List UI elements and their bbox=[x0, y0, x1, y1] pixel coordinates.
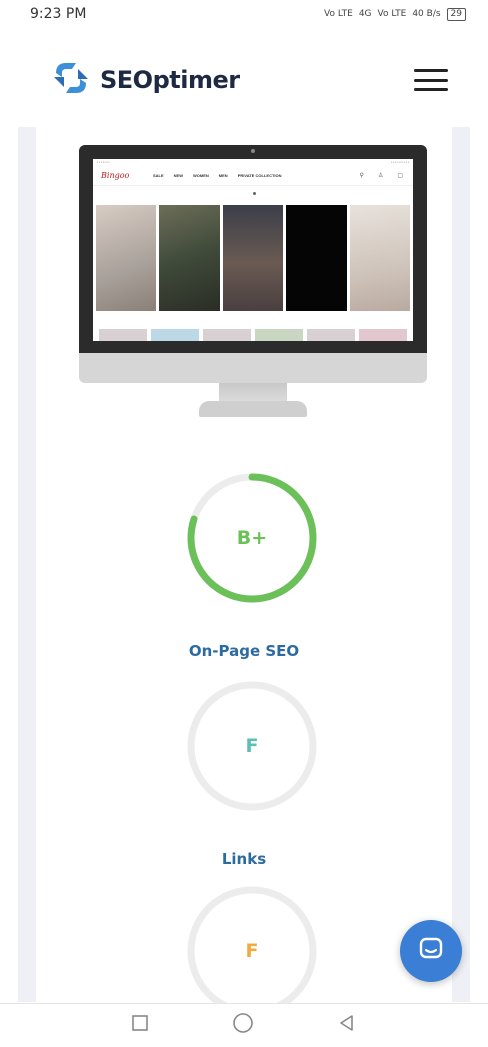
status-icons: Vo LTE 4G Vo LTE 40 B/s 29 bbox=[324, 7, 466, 21]
preview-logo: Bingoo bbox=[101, 171, 130, 180]
preview-tile bbox=[286, 205, 347, 311]
preview-user-icon: ♙ bbox=[377, 173, 384, 179]
preview-topbar: ▪ ▪ ▪ ▪ ▪ ▪ ▪ ▪ ▪ ▪ ▪ ▪ ▪ ▪ ▪ ▪ ▪ bbox=[97, 160, 409, 164]
overall-grade-ring: B+ bbox=[186, 472, 318, 604]
preview-menu-item: MEN bbox=[218, 173, 228, 178]
preview-menu-item: NEW bbox=[173, 173, 184, 178]
onpage-seo-grade-ring: F bbox=[186, 680, 318, 812]
data-speed: 40 B/s bbox=[412, 9, 441, 19]
website-preview-monitor: ▪ ▪ ▪ ▪ ▪ ▪ ▪ ▪ ▪ ▪ ▪ ▪ ▪ ▪ ▪ ▪ ▪ Bingoo … bbox=[79, 145, 427, 417]
preview-tile bbox=[96, 205, 157, 311]
seoptimer-logo-icon bbox=[48, 55, 94, 106]
preview-bottom-strip bbox=[99, 329, 407, 341]
monitor-camera bbox=[251, 149, 255, 153]
preview-menu: SALE NEW WOMEN MEN PRIVATE COLLECTION bbox=[153, 173, 282, 178]
preview-tile bbox=[159, 205, 220, 311]
network-indicator-2: Vo LTE bbox=[377, 9, 407, 19]
recent-apps-icon[interactable] bbox=[131, 1014, 149, 1037]
preview-search-icon: ⚲ bbox=[359, 173, 364, 179]
preview-menu-item: PRIVATE COLLECTION bbox=[237, 173, 282, 178]
status-bar: 9:23 PM Vo LTE 4G Vo LTE 40 B/s 29 bbox=[0, 0, 488, 28]
brand-name: SEOptimer bbox=[100, 66, 240, 94]
preview-cart-icon: ▢ bbox=[397, 173, 403, 179]
preview-tile bbox=[349, 205, 411, 311]
preview-carousel-dot bbox=[253, 192, 256, 195]
hamburger-icon[interactable] bbox=[414, 69, 448, 91]
overall-grade: B+ bbox=[236, 527, 268, 549]
links-grade-ring: F bbox=[186, 885, 318, 1017]
app-header: SEOptimer bbox=[0, 40, 488, 120]
system-nav-bar bbox=[0, 1003, 488, 1047]
preview-menu-item: WOMEN bbox=[193, 173, 209, 178]
preview-actions: ⚲ ♙ ▢ bbox=[360, 172, 403, 179]
preview-menu-item: SALE bbox=[153, 173, 164, 178]
preview-product-tiles bbox=[96, 205, 411, 311]
monitor-stand bbox=[219, 383, 287, 403]
chat-bubble-icon bbox=[417, 935, 445, 968]
onpage-seo-label: On-Page SEO bbox=[188, 642, 300, 660]
brand[interactable]: SEOptimer bbox=[48, 55, 240, 106]
home-icon[interactable] bbox=[232, 1012, 254, 1039]
back-icon[interactable] bbox=[337, 1013, 357, 1038]
onpage-seo-grade: F bbox=[245, 735, 259, 757]
battery-icon: 29 bbox=[446, 7, 466, 21]
network-indicator-1: Vo LTE bbox=[324, 9, 353, 19]
preview-tile bbox=[222, 205, 284, 311]
monitor-chin bbox=[79, 353, 427, 383]
chat-button[interactable] bbox=[400, 920, 462, 982]
links-grade: F bbox=[245, 940, 259, 962]
website-screenshot: ▪ ▪ ▪ ▪ ▪ ▪ ▪ ▪ ▪ ▪ ▪ ▪ ▪ ▪ ▪ ▪ ▪ Bingoo … bbox=[93, 159, 413, 341]
monitor-screen: ▪ ▪ ▪ ▪ ▪ ▪ ▪ ▪ ▪ ▪ ▪ ▪ ▪ ▪ ▪ ▪ ▪ Bingoo … bbox=[79, 145, 427, 353]
preview-nav: Bingoo SALE NEW WOMEN MEN PRIVATE COLLEC… bbox=[93, 167, 413, 186]
signal-4g-indicator: 4G bbox=[358, 9, 372, 19]
monitor-base bbox=[199, 401, 307, 417]
links-label: Links bbox=[221, 850, 267, 868]
status-time: 9:23 PM bbox=[30, 6, 87, 22]
